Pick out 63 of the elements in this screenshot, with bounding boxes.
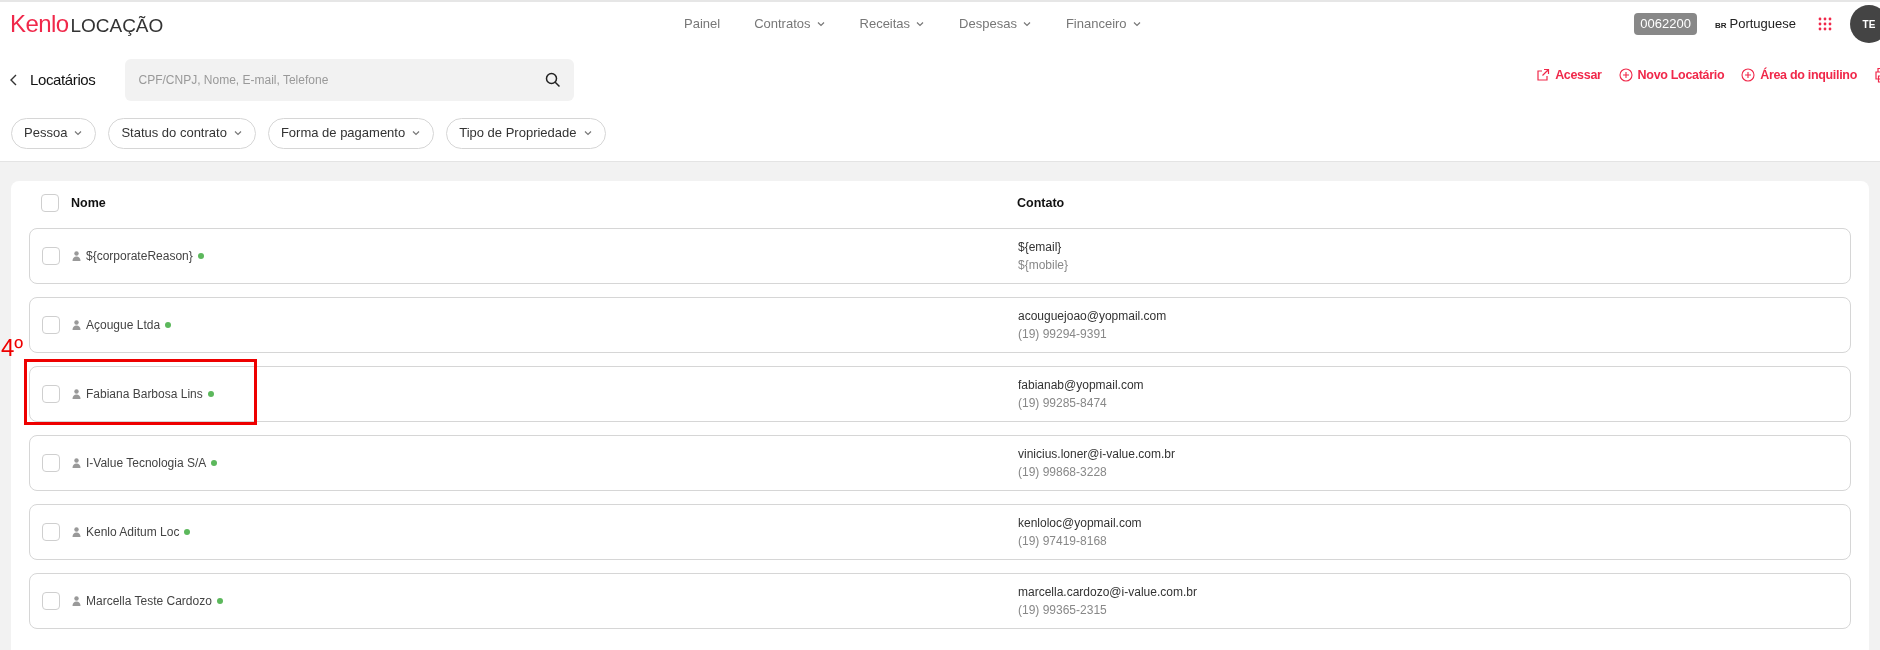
- checkbox[interactable]: [42, 592, 60, 610]
- tenant-phone: (19) 99365-2315: [1018, 602, 1108, 619]
- action-link[interactable]: Novo Locatário: [1618, 66, 1725, 85]
- tenant-email: ${email}: [1018, 239, 1063, 256]
- tenant-name: I-Value Tecnologia S/A: [86, 455, 207, 472]
- tenant-row[interactable]: Açougue Ltda acouguejoao@yopmail.com (19) 99294-9391: [29, 297, 1851, 353]
- tenant-name: Kenlo Aditum Loc: [86, 524, 180, 541]
- logo[interactable]: Kenlo LOCAÇÃO: [10, 6, 164, 42]
- apps-grid-icon[interactable]: [1818, 17, 1832, 31]
- action-link[interactable]: Área do inquilino: [1741, 66, 1857, 85]
- column-header: Contato: [1017, 194, 1065, 212]
- tenant-row[interactable]: Marcella Teste Cardozo marcella.cardozo@i-value.com.br (19) 99365-2315: [29, 573, 1851, 629]
- person-icon: [72, 458, 81, 468]
- column-header: Nome: [71, 194, 107, 212]
- tenant-email: fabianab@yopmail.com: [1018, 377, 1144, 394]
- tenant-phone: (19) 99285-8474: [1018, 395, 1108, 412]
- person-icon: [72, 389, 81, 399]
- nav-link[interactable]: Painel: [684, 14, 721, 34]
- checkbox[interactable]: [42, 523, 60, 541]
- external-link-icon: [1536, 68, 1551, 83]
- tenant-name: Marcella Teste Cardozo: [86, 593, 212, 610]
- tenant-email: acouguejoao@yopmail.com: [1018, 308, 1167, 325]
- tenant-name: Açougue Ltda: [86, 317, 161, 334]
- nav-link[interactable]: Contratos: [754, 14, 826, 34]
- tenant-phone: (19) 99294-9391: [1018, 326, 1108, 343]
- person-icon: [72, 320, 81, 330]
- tenant-name: Fabiana Barbosa Lins: [86, 386, 203, 403]
- tenant-phone: (19) 97419-8168: [1018, 533, 1108, 550]
- annotation-label: 4º: [1, 336, 24, 360]
- nav-link[interactable]: Receitas: [859, 14, 926, 34]
- tenant-row[interactable]: I-Value Tecnologia S/A vinicius.loner@i-value.com.br (19) 99868-3228: [29, 435, 1851, 491]
- action-link[interactable]: Acessar: [1536, 66, 1602, 85]
- plus-circle-icon: [1618, 68, 1633, 83]
- tenant-email: kenloloc@yopmail.com: [1018, 515, 1142, 532]
- account-code-badge: 0062200: [1634, 13, 1697, 35]
- chevron-down-icon: [582, 128, 593, 138]
- tenant-phone: (19) 99868-3228: [1018, 464, 1108, 481]
- checkbox[interactable]: [41, 194, 59, 212]
- tenant-row[interactable]: ${corporateReason} ${email} ${mobile}: [29, 228, 1851, 284]
- tenant-row[interactable]: Kenlo Aditum Loc kenloloc@yopmail.com (19) 97419-8168: [29, 504, 1851, 560]
- search-icon[interactable]: [545, 72, 562, 88]
- checkbox[interactable]: [42, 247, 60, 265]
- checkbox[interactable]: [42, 454, 60, 472]
- checkbox[interactable]: [42, 316, 60, 334]
- plus-circle-icon: [1741, 68, 1756, 83]
- nav-link[interactable]: Despesas: [959, 14, 1032, 34]
- language-selector[interactable]: BR Portuguese: [1714, 14, 1796, 34]
- chevron-down-icon: [411, 128, 422, 138]
- nav-link[interactable]: Financeiro: [1065, 14, 1142, 34]
- user-avatar[interactable]: TE: [1850, 5, 1880, 43]
- tenant-email: vinicius.loner@i-value.com.br: [1018, 446, 1175, 463]
- tenant-email: marcella.cardozo@i-value.com.br: [1018, 584, 1197, 601]
- person-icon: [72, 596, 81, 606]
- checkbox[interactable]: [42, 385, 60, 403]
- person-icon: [72, 527, 81, 537]
- tenant-row[interactable]: Fabiana Barbosa Lins fabianab@yopmail.com (19) 99285-8474: [29, 366, 1851, 422]
- tenant-phone: ${mobile}: [1018, 257, 1069, 274]
- chevron-down-icon: [232, 128, 243, 138]
- tenant-name: ${corporateReason}: [86, 248, 193, 265]
- page-title: Locatários: [30, 69, 96, 90]
- person-icon: [72, 251, 81, 261]
- chevron-down-icon: [73, 128, 84, 138]
- search-field[interactable]: CPF/CNPJ, Nome, E-mail, Telefone: [125, 59, 575, 101]
